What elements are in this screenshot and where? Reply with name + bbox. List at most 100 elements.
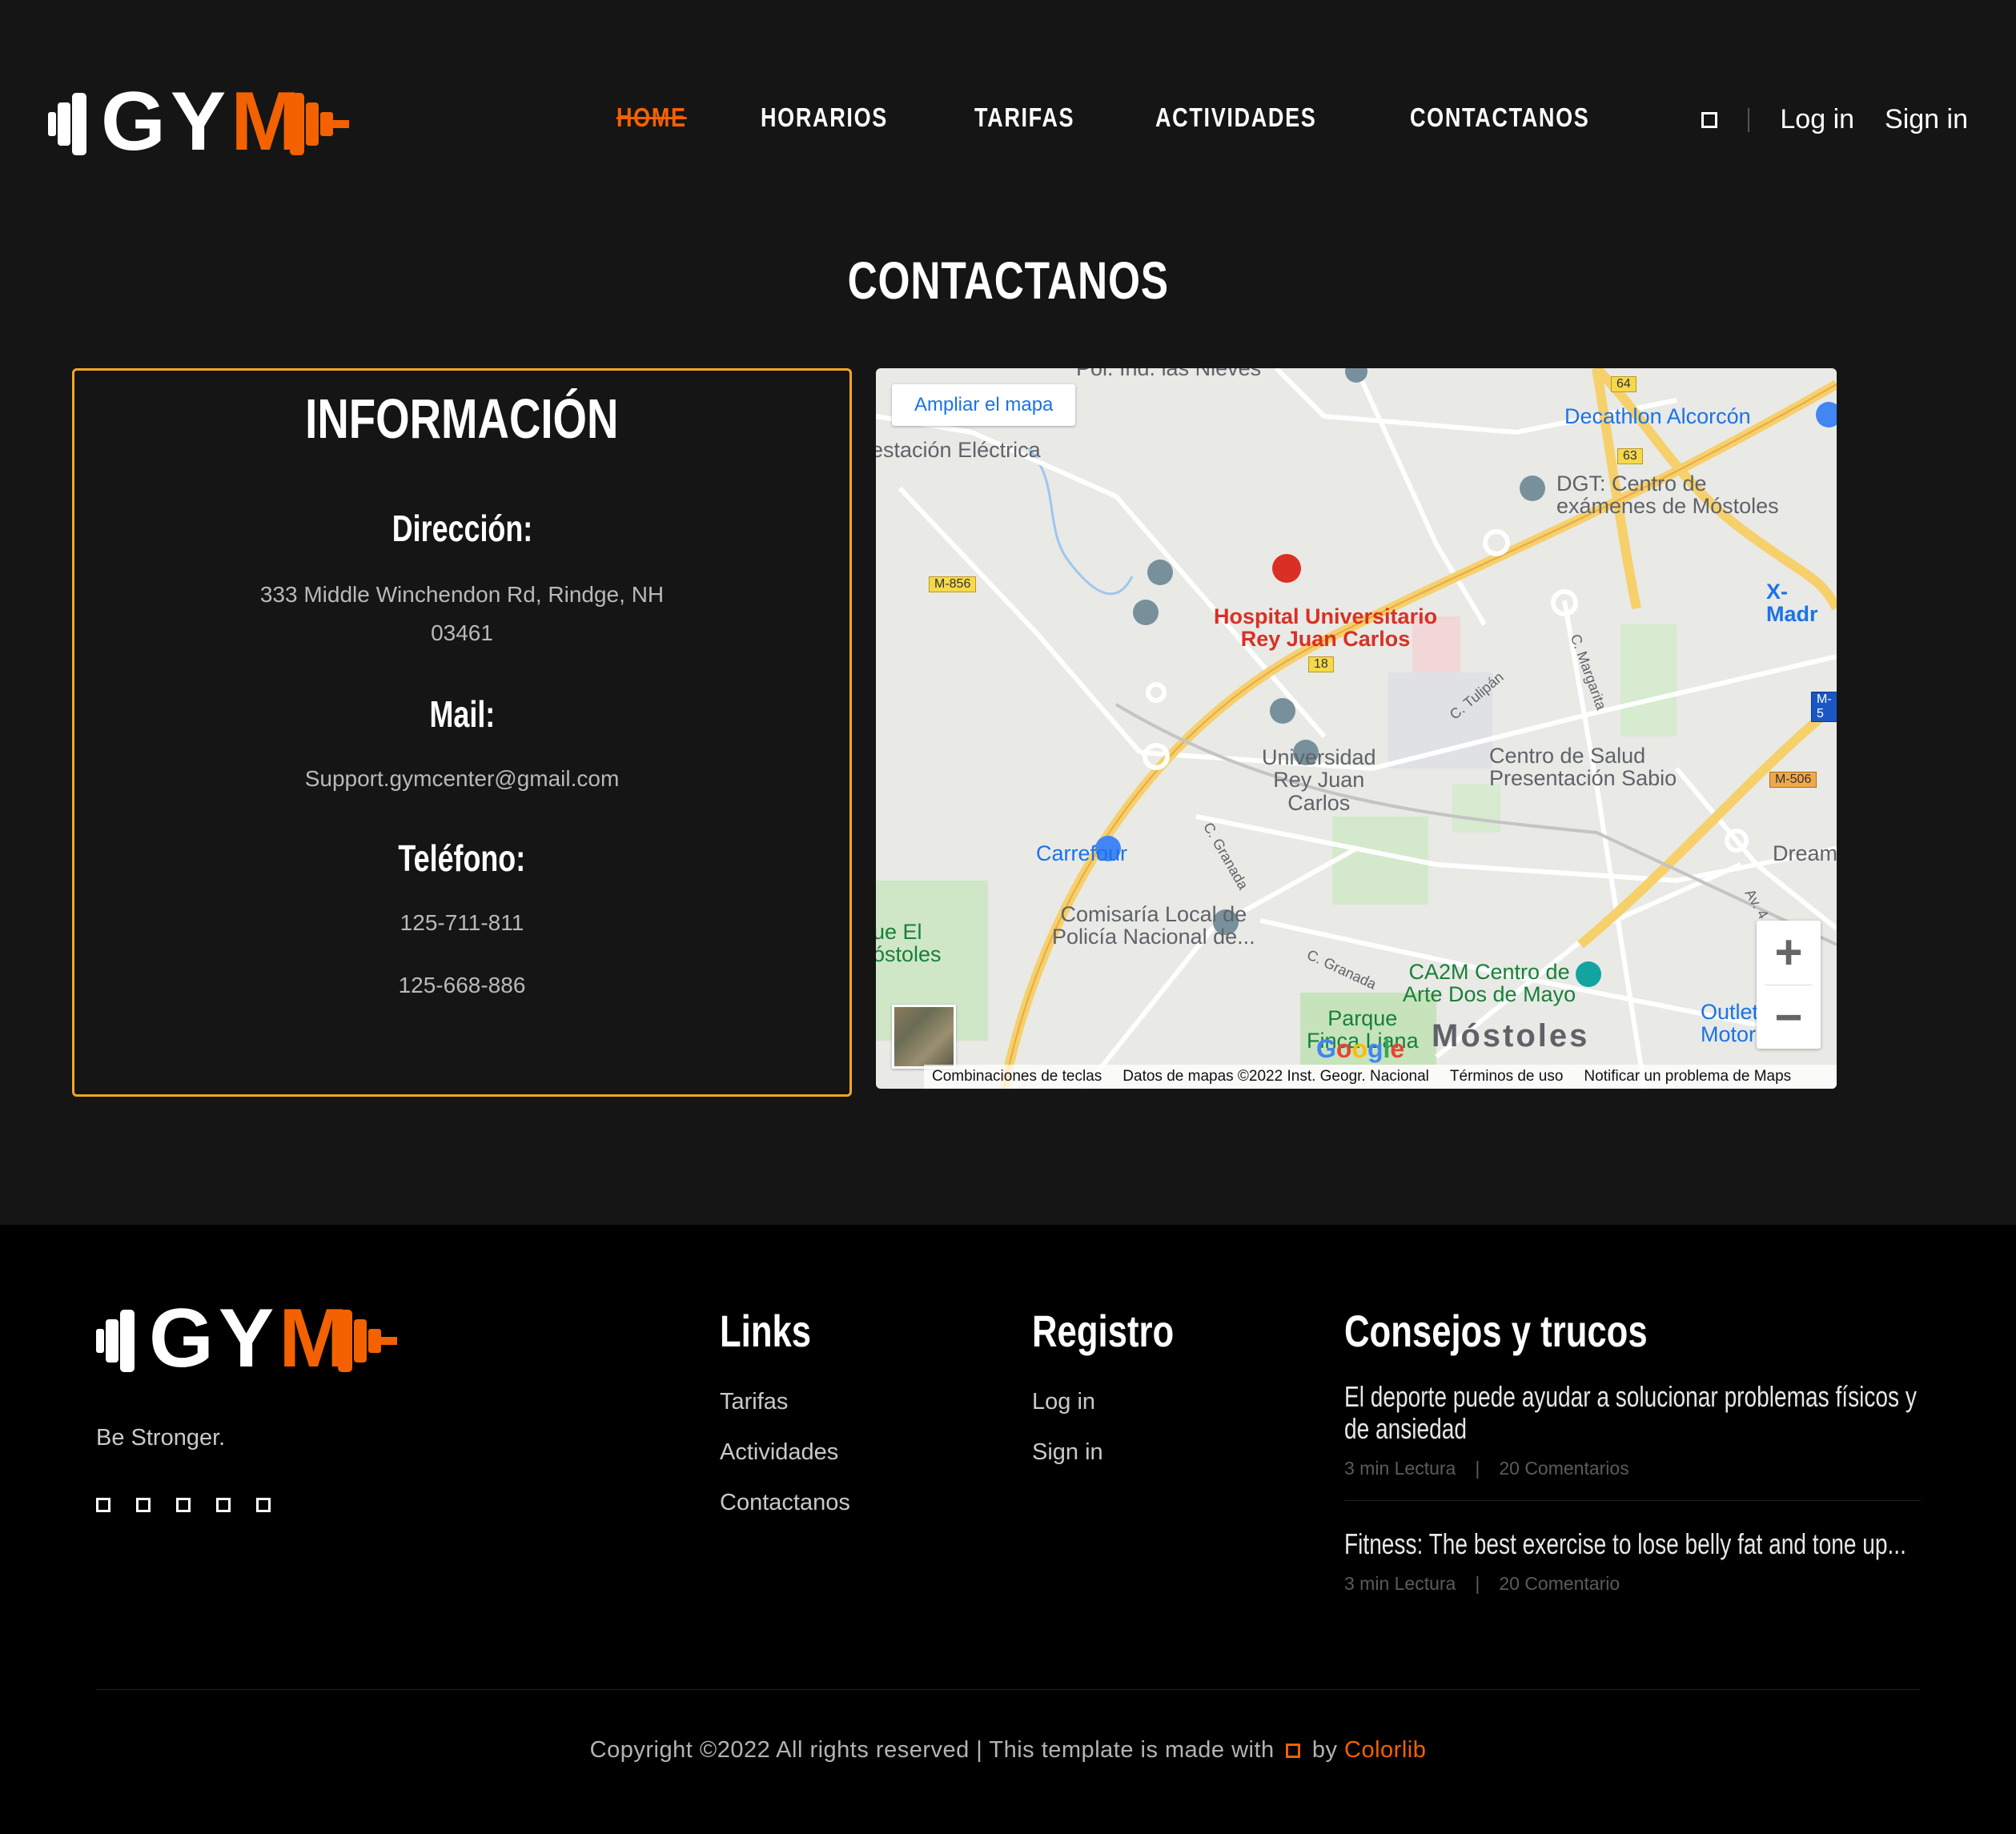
copyright: Copyright ©2022 All rights reserved | Th… [0,1737,2016,1764]
map-label-pol: Pol. Ind. las Nieves [1076,368,1262,380]
map-label-ueel: ue El óstoles [876,920,942,967]
nav-actividades[interactable]: ACTIVIDADES [1155,102,1316,133]
tagline: Be Stronger. [96,1425,226,1451]
social-icons [96,1498,271,1512]
tip-item[interactable]: El deporte puede ayudar a solucionar pro… [1344,1381,1921,1479]
footer-logo-gy: GY [149,1292,279,1385]
tip-comments: 20 Comentario [1499,1573,1620,1594]
map-embed[interactable]: Ampliar el mapa Pol. Ind. las Nieves est… [876,368,1837,1089]
tips-title-text: Consejos y trucos [1344,1306,1648,1356]
road-shield-m856: M-856 [929,576,977,592]
road-shield-63: 63 [1617,448,1643,464]
logo-text-m: M [231,75,305,168]
tip-comments: 20 Comentarios [1499,1458,1629,1479]
map-label-xmad: X-Madr [1766,580,1818,627]
tip-title[interactable]: Fitness: The best exercise to lose belly… [1344,1528,1922,1560]
heart-icon [1286,1744,1301,1759]
phone-2: 125-668-886 [398,973,526,997]
address-text: 333 Middle Winchendon Rd, Rindge, NH 034… [259,582,665,645]
footer-link-login[interactable]: Log in [1032,1389,1214,1415]
signin-link[interactable]: Sign in [1885,104,1968,135]
logo-text-gy: GY [101,75,231,168]
links-title: Links [720,1305,850,1357]
nav-tarifas[interactable]: TARIFAS [974,102,1074,133]
user-icon[interactable] [1701,111,1718,128]
meta-separator: | [1475,1458,1480,1479]
tip-title[interactable]: El deporte puede ayudar a solucionar pro… [1344,1381,1922,1445]
map-label-outlet: Outlet Motor [1701,1000,1759,1047]
footer-link-tarifas[interactable]: Tarifas [720,1389,850,1415]
zoom-in-button[interactable]: + [1757,921,1821,985]
nav-horarios[interactable]: HORARIOS [761,102,888,133]
map-shortcuts-link[interactable]: Combinaciones de teclas [932,1068,1102,1086]
mail-text: Support.gymcenter@gmail.com [304,766,620,791]
header: GY M HOME HORARIOS TARIFAS ACTIVIDADES C… [0,0,2016,240]
login-link[interactable]: Log in [1780,104,1854,135]
map-terms-link[interactable]: Términos de uso [1450,1068,1564,1086]
address-heading: Dirección: [74,507,849,550]
mail-heading-text: Mail: [429,693,495,735]
footer-link-actividades[interactable]: Actividades [720,1439,850,1466]
map-label-universidad: Universidad Rey Juan Carlos [1262,745,1376,815]
zoom-control: + − [1757,921,1821,1049]
nav-contactanos[interactable]: CONTACTANOS [1410,102,1589,133]
nav-home[interactable]: HOME [616,102,687,133]
tip-meta: 3 min Lectura | 20 Comentarios [1344,1458,1921,1479]
copyright-by: by [1311,1737,1338,1763]
address-heading-text: Dirección: [392,508,532,549]
road-shield-18: 18 [1308,656,1334,672]
auth-bar: Log in Sign in [1701,104,1968,135]
youtube-icon[interactable] [176,1498,191,1512]
google-logo: Google [1316,1034,1405,1063]
info-box: INFORMACIÓN Dirección: 333 Middle Winche… [72,368,852,1097]
registro-title-text: Registro [1032,1306,1175,1356]
footer-links: Links Tarifas Actividades Contactanos [720,1305,850,1540]
footer-divider [96,1689,1920,1690]
info-title-text: INFORMACIÓN [305,387,619,450]
divider [1748,107,1750,132]
tips-section: Consejos y trucos El deporte puede ayuda… [1344,1305,1921,1595]
email-icon[interactable] [256,1498,271,1512]
tip-meta: 3 min Lectura | 20 Comentario [1344,1573,1921,1595]
footer-registro: Registro Log in Sign in [1032,1305,1214,1490]
map-label-dgt: DGT: Centro de exámenes de Móstoles [1556,472,1779,519]
footer-link-contactanos[interactable]: Contactanos [720,1490,850,1516]
meta-separator: | [1475,1573,1480,1594]
map-label-hospital: Hospital Universitario Rey Juan Carlos [1214,604,1438,652]
map-label-carrefour: Carrefour [1036,841,1128,865]
satellite-toggle[interactable] [892,1005,956,1069]
info-title: INFORMACIÓN [74,387,849,451]
road-shield-m5: M-5 [1811,692,1837,722]
zoom-out-button[interactable]: − [1757,985,1821,1049]
page-title-text: CONTACTANOS [847,251,1169,310]
main-nav: HOME HORARIOS TARIFAS ACTIVIDADES CONTAC… [616,102,1629,133]
map-report-link[interactable]: Notificar un problema de Maps [1584,1068,1791,1086]
footer: GY M Be Stronger. Links Tarifas Activida… [0,1225,2016,1834]
facebook-icon[interactable] [96,1498,110,1512]
map-label-estacion: estación Eléctrica [876,438,1041,462]
phone-heading: Teléfono: [74,837,849,880]
expand-map-button[interactable]: Ampliar el mapa [892,384,1076,426]
instagram-icon[interactable] [216,1498,231,1512]
copyright-text: Copyright ©2022 All rights reserved | Th… [589,1737,1275,1763]
road-shield-m506: M-506 [1769,772,1817,788]
links-title-text: Links [720,1306,812,1356]
map-data-text: Datos de mapas ©2022 Inst. Geogr. Nacion… [1122,1068,1429,1085]
map-label-comisaria: Comisaría Local de Policía Nacional de..… [1052,902,1255,949]
colorlib-link[interactable]: Colorlib [1344,1737,1426,1763]
map-label-ca2m: CA2M Centro de Arte Dos de Mayo [1403,960,1576,1007]
footer-logo-m: M [279,1292,353,1385]
logo[interactable]: GY M [48,80,400,163]
footer-logo[interactable]: GY M [96,1297,448,1380]
tip-read-time: 3 min Lectura [1344,1458,1456,1479]
tips-title: Consejos y trucos [1344,1305,1921,1357]
twitter-icon[interactable] [136,1498,151,1512]
map-label-city: Móstoles [1432,1018,1590,1053]
tip-read-time: 3 min Lectura [1344,1573,1456,1594]
phone-heading-text: Teléfono: [398,837,526,879]
map-label-dream: Dream [1773,841,1837,865]
footer-link-signin[interactable]: Sign in [1032,1439,1214,1466]
phone-1: 125-711-811 [400,910,524,935]
tip-item[interactable]: Fitness: The best exercise to lose belly… [1344,1528,1921,1595]
page-title: CONTACTANOS [0,250,2016,311]
